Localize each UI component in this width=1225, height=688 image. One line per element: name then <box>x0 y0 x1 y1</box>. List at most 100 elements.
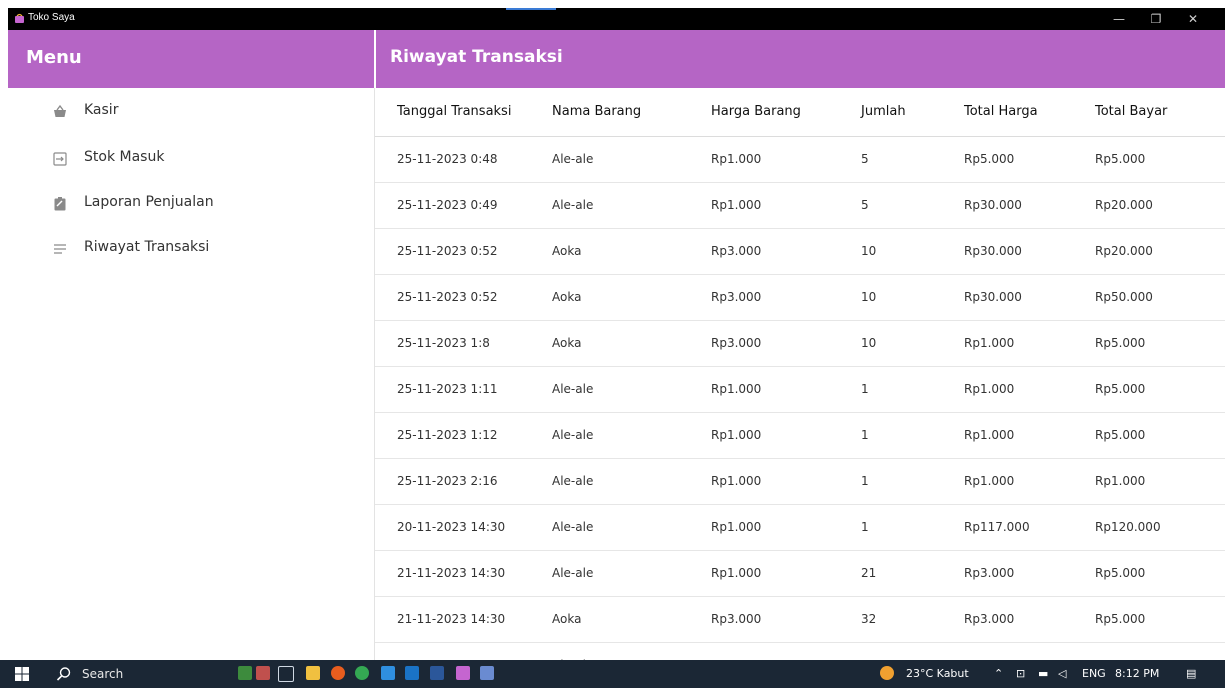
window-title: Toko Saya <box>28 12 75 23</box>
cell-total: Rp3.000 <box>964 612 1015 626</box>
cell-qty: 3 <box>861 642 964 660</box>
table-row[interactable]: 25-11-2023 2:16 Ale-ale Rp1.000 1 Rp1.00… <box>375 458 1225 504</box>
windows-start-icon[interactable] <box>14 666 30 682</box>
table-row[interactable]: 25-11-2023 1:12 Ale-ale Rp1.000 1 Rp1.00… <box>375 412 1225 458</box>
news-widget-icon[interactable] <box>256 666 270 680</box>
screen-edge-top <box>0 0 1225 8</box>
notification-icon[interactable]: ▤ <box>1186 667 1196 680</box>
transaction-table: Tanggal Transaksi Nama Barang Harga Bara… <box>375 88 1225 660</box>
titlebar-accent <box>506 8 556 10</box>
cell-price: Rp1.000 <box>711 474 762 488</box>
cell-qty: 5 <box>861 198 869 212</box>
weather-text[interactable]: 23°C Kabut <box>906 667 969 680</box>
table-row[interactable]: 21-11-2023 14:30 Ale-ale Rp1.000 21 Rp3.… <box>375 550 1225 596</box>
close-button[interactable]: ✕ <box>1178 8 1208 30</box>
table-header-row: Tanggal Transaksi Nama Barang Harga Bara… <box>375 88 1225 137</box>
cell-item: Ale-ale <box>552 152 594 166</box>
table-row[interactable]: 25-11-2023 1:8 Aoka Rp3.000 10 Rp1.000 R… <box>375 320 1225 366</box>
column-header[interactable]: Harga Barang <box>711 88 861 137</box>
app-icon[interactable] <box>480 666 494 680</box>
cell-date: 25-11-2023 0:49 <box>397 198 498 212</box>
cell-item: Ale-ale <box>552 382 594 396</box>
sidebar-item-riwayat-transaksi[interactable]: Riwayat Transaksi <box>8 231 374 267</box>
chrome-icon[interactable] <box>355 666 369 680</box>
clock-time[interactable]: 8:12 PM <box>1115 667 1159 680</box>
cell-paid: Rp20.000 <box>1095 198 1153 212</box>
window-titlebar[interactable]: Toko Saya — ❐ ✕ <box>8 8 1225 30</box>
transaction-table-container[interactable]: Tanggal Transaksi Nama Barang Harga Bara… <box>375 88 1225 660</box>
maximize-button[interactable]: ❐ <box>1141 8 1171 30</box>
column-header[interactable]: Total Bayar <box>1095 88 1225 137</box>
firefox-icon[interactable] <box>331 666 345 680</box>
network-icon[interactable]: ⊡ <box>1016 667 1025 680</box>
table-row[interactable]: 25-11-2023 0:48 Ale-ale Rp1.000 5 Rp5.00… <box>375 136 1225 182</box>
cell-total: Rp14.000 <box>964 642 1095 660</box>
toko-saya-app-icon[interactable] <box>456 666 470 680</box>
volume-icon[interactable]: ◁ <box>1058 667 1066 680</box>
chevron-up-icon[interactable]: ⌃ <box>994 667 1003 680</box>
cell-item: Ale-ale <box>552 198 594 212</box>
cell-qty: 1 <box>861 382 869 396</box>
sidebar-item-label: Riwayat Transaksi <box>84 239 210 255</box>
cell-qty: 21 <box>861 566 877 580</box>
cell-item: Ale-ale <box>552 428 594 442</box>
tree-widget-icon[interactable] <box>238 666 252 680</box>
cell-paid: Rp5.000 <box>1095 612 1146 626</box>
edge-icon[interactable] <box>381 666 395 680</box>
word-icon[interactable] <box>430 666 444 680</box>
cell-total: Rp117.000 <box>964 520 1030 534</box>
language-indicator[interactable]: ENG <box>1082 667 1106 680</box>
cell-date: 21-11-2023 14:30 <box>375 642 552 660</box>
sidebar-item-laporan-penjualan[interactable]: Laporan Penjualan <box>8 186 374 222</box>
cell-total: Rp1.000 <box>964 336 1015 350</box>
column-header[interactable]: Total Harga <box>964 88 1095 137</box>
taskbar-search-label[interactable]: Search <box>82 667 123 681</box>
table-row[interactable]: 21-11-2023 14:30 Ale-ale Rp1.000 3 Rp14.… <box>375 642 1225 660</box>
search-icon[interactable] <box>56 666 72 682</box>
cell-qty: 1 <box>861 474 869 488</box>
weather-icon[interactable] <box>880 666 894 680</box>
sidebar: Kasir Stok Masuk Laporan Penjualan Riway… <box>8 88 374 660</box>
shop-bag-icon <box>15 13 24 23</box>
cell-item: Aoka <box>552 244 582 258</box>
cell-qty: 10 <box>861 290 877 304</box>
cell-paid: Rp50.000 <box>1095 290 1153 304</box>
column-header[interactable]: Nama Barang <box>552 88 711 137</box>
cell-qty: 1 <box>861 520 869 534</box>
sidebar-item-label: Laporan Penjualan <box>84 194 214 210</box>
cell-item: Aoka <box>552 290 582 304</box>
cell-paid: Rp120.000 <box>1095 520 1161 534</box>
battery-icon[interactable]: ▬ <box>1038 667 1048 680</box>
cell-date: 25-11-2023 0:52 <box>397 290 498 304</box>
cell-total: Rp1.000 <box>964 474 1015 488</box>
minimize-button[interactable]: — <box>1104 8 1134 30</box>
task-view-icon[interactable] <box>278 666 294 682</box>
sidebar-item-kasir[interactable]: Kasir <box>8 94 374 130</box>
table-row[interactable]: 25-11-2023 0:52 Aoka Rp3.000 10 Rp30.000… <box>375 228 1225 274</box>
cell-paid: Rp15.000 <box>1095 642 1225 660</box>
taskbar: Search 23°C Kabut ⌃ ⊡ ▬ ◁ ENG 8:12 PM ▤ <box>0 660 1225 688</box>
cell-paid: Rp5.000 <box>1095 566 1146 580</box>
cell-date: 20-11-2023 14:30 <box>397 520 506 534</box>
list-icon <box>54 244 66 254</box>
cell-paid: Rp5.000 <box>1095 336 1146 350</box>
sidebar-item-stok-masuk[interactable]: Stok Masuk <box>8 141 374 177</box>
column-header[interactable]: Jumlah <box>861 88 964 137</box>
table-row[interactable]: 25-11-2023 1:11 Ale-ale Rp1.000 1 Rp1.00… <box>375 366 1225 412</box>
cell-date: 25-11-2023 0:48 <box>397 152 498 166</box>
table-row[interactable]: 25-11-2023 0:49 Ale-ale Rp1.000 5 Rp30.0… <box>375 182 1225 228</box>
cell-item: Ale-ale <box>552 474 594 488</box>
cell-paid: Rp5.000 <box>1095 428 1146 442</box>
table-row[interactable]: 25-11-2023 0:52 Aoka Rp3.000 10 Rp30.000… <box>375 274 1225 320</box>
cell-total: Rp5.000 <box>964 152 1015 166</box>
file-explorer-icon[interactable] <box>306 666 320 680</box>
table-row[interactable]: 21-11-2023 14:30 Aoka Rp3.000 32 Rp3.000… <box>375 596 1225 642</box>
cell-total: Rp1.000 <box>964 428 1015 442</box>
column-header[interactable]: Tanggal Transaksi <box>375 88 552 137</box>
screen-edge-left <box>0 0 8 688</box>
vscode-icon[interactable] <box>405 666 419 680</box>
header-divider <box>374 30 376 88</box>
sidebar-item-label: Kasir <box>84 102 119 118</box>
cell-total: Rp30.000 <box>964 198 1022 212</box>
table-row[interactable]: 20-11-2023 14:30 Ale-ale Rp1.000 1 Rp117… <box>375 504 1225 550</box>
